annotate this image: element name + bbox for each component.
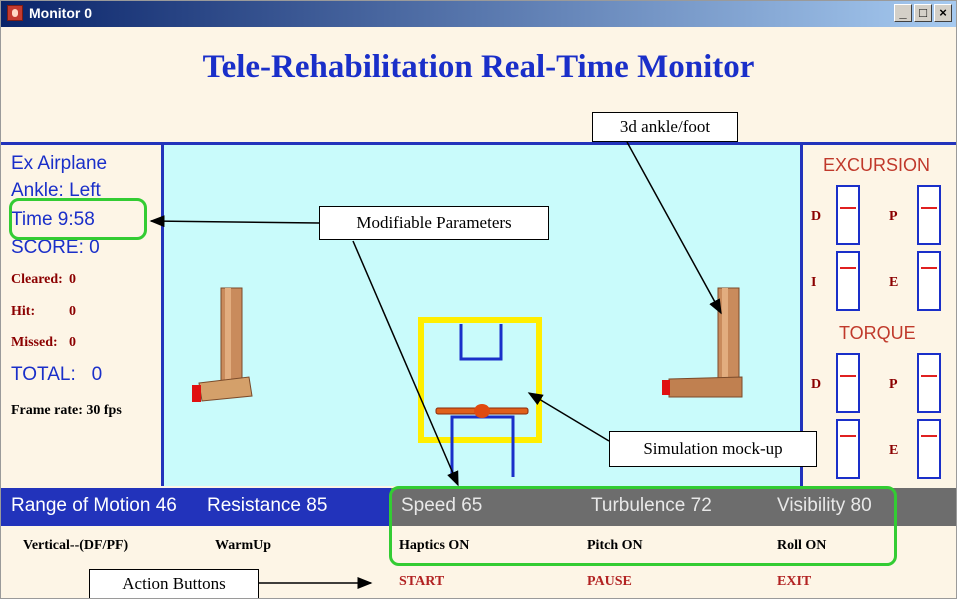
ankle-foot-callout: 3d ankle/foot xyxy=(592,112,738,142)
annotation-arrows xyxy=(149,141,722,589)
simulation-mockup-callout: Simulation mock-up xyxy=(609,431,817,467)
modifiable-parameters-callout: Modifiable Parameters xyxy=(319,206,549,240)
action-buttons-callout: Action Buttons xyxy=(89,569,259,598)
monitor-window: Monitor 0 _ □ × Tele-Rehabilitation Real… xyxy=(0,0,957,599)
